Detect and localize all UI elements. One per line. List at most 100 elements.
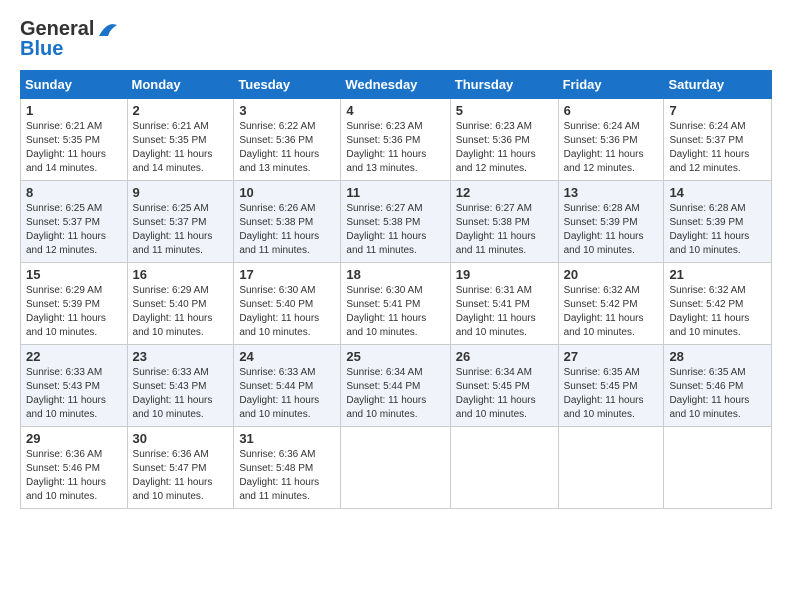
daylight-label: Daylight: 11 hours and 12 minutes. — [456, 149, 536, 174]
day-info: Sunrise: 6:28 AM Sunset: 5:39 PM Dayligh… — [669, 202, 766, 258]
sunrise-label: Sunrise: 6:23 AM — [456, 121, 532, 132]
day-info: Sunrise: 6:27 AM Sunset: 5:38 PM Dayligh… — [456, 202, 553, 258]
day-info: Sunrise: 6:33 AM Sunset: 5:44 PM Dayligh… — [239, 366, 335, 422]
day-number: 2 — [133, 103, 229, 118]
table-row: 18 Sunrise: 6:30 AM Sunset: 5:41 PM Dayl… — [341, 263, 450, 345]
table-row: 4 Sunrise: 6:23 AM Sunset: 5:36 PM Dayli… — [341, 99, 450, 181]
daylight-label: Daylight: 11 hours and 10 minutes. — [564, 313, 644, 338]
header: General Blue — [20, 18, 772, 60]
sunrise-label: Sunrise: 6:35 AM — [564, 367, 640, 378]
sunset-label: Sunset: 5:45 PM — [564, 381, 638, 392]
day-number: 22 — [26, 349, 122, 364]
daylight-label: Daylight: 11 hours and 12 minutes. — [669, 149, 749, 174]
day-info: Sunrise: 6:36 AM Sunset: 5:47 PM Dayligh… — [133, 448, 229, 504]
table-row — [341, 427, 450, 509]
table-row: 10 Sunrise: 6:26 AM Sunset: 5:38 PM Dayl… — [234, 181, 341, 263]
sunset-label: Sunset: 5:39 PM — [26, 299, 100, 310]
table-row: 6 Sunrise: 6:24 AM Sunset: 5:36 PM Dayli… — [558, 99, 664, 181]
daylight-label: Daylight: 11 hours and 14 minutes. — [26, 149, 106, 174]
sunrise-label: Sunrise: 6:36 AM — [239, 449, 315, 460]
table-row: 25 Sunrise: 6:34 AM Sunset: 5:44 PM Dayl… — [341, 345, 450, 427]
sunrise-label: Sunrise: 6:30 AM — [239, 285, 315, 296]
day-info: Sunrise: 6:25 AM Sunset: 5:37 PM Dayligh… — [133, 202, 229, 258]
day-number: 16 — [133, 267, 229, 282]
day-number: 20 — [564, 267, 659, 282]
day-number: 5 — [456, 103, 553, 118]
sunrise-label: Sunrise: 6:36 AM — [133, 449, 209, 460]
table-row: 1 Sunrise: 6:21 AM Sunset: 5:35 PM Dayli… — [21, 99, 128, 181]
day-number: 19 — [456, 267, 553, 282]
sunrise-label: Sunrise: 6:21 AM — [26, 121, 102, 132]
sunset-label: Sunset: 5:36 PM — [239, 135, 313, 146]
table-row: 30 Sunrise: 6:36 AM Sunset: 5:47 PM Dayl… — [127, 427, 234, 509]
day-info: Sunrise: 6:21 AM Sunset: 5:35 PM Dayligh… — [26, 120, 122, 176]
daylight-label: Daylight: 11 hours and 10 minutes. — [669, 313, 749, 338]
sunset-label: Sunset: 5:46 PM — [669, 381, 743, 392]
sunset-label: Sunset: 5:38 PM — [239, 217, 313, 228]
header-monday: Monday — [127, 71, 234, 99]
logo-blue-text: Blue — [20, 38, 120, 60]
sunset-label: Sunset: 5:36 PM — [564, 135, 638, 146]
day-info: Sunrise: 6:26 AM Sunset: 5:38 PM Dayligh… — [239, 202, 335, 258]
sunset-label: Sunset: 5:47 PM — [133, 463, 207, 474]
daylight-label: Daylight: 11 hours and 10 minutes. — [239, 395, 319, 420]
daylight-label: Daylight: 11 hours and 12 minutes. — [26, 231, 106, 256]
sunset-label: Sunset: 5:41 PM — [346, 299, 420, 310]
header-thursday: Thursday — [450, 71, 558, 99]
table-row: 12 Sunrise: 6:27 AM Sunset: 5:38 PM Dayl… — [450, 181, 558, 263]
table-row: 9 Sunrise: 6:25 AM Sunset: 5:37 PM Dayli… — [127, 181, 234, 263]
sunrise-label: Sunrise: 6:29 AM — [133, 285, 209, 296]
calendar-table: Sunday Monday Tuesday Wednesday Thursday… — [20, 70, 772, 509]
day-info: Sunrise: 6:22 AM Sunset: 5:36 PM Dayligh… — [239, 120, 335, 176]
day-number: 31 — [239, 431, 335, 446]
sunrise-label: Sunrise: 6:35 AM — [669, 367, 745, 378]
calendar-week-row: 8 Sunrise: 6:25 AM Sunset: 5:37 PM Dayli… — [21, 181, 772, 263]
logo: General Blue — [20, 18, 120, 60]
table-row: 7 Sunrise: 6:24 AM Sunset: 5:37 PM Dayli… — [664, 99, 772, 181]
sunset-label: Sunset: 5:42 PM — [564, 299, 638, 310]
sunset-label: Sunset: 5:40 PM — [239, 299, 313, 310]
sunrise-label: Sunrise: 6:24 AM — [564, 121, 640, 132]
day-number: 23 — [133, 349, 229, 364]
day-info: Sunrise: 6:36 AM Sunset: 5:46 PM Dayligh… — [26, 448, 122, 504]
day-number: 7 — [669, 103, 766, 118]
logo-general-text: General — [20, 18, 94, 40]
day-info: Sunrise: 6:33 AM Sunset: 5:43 PM Dayligh… — [26, 366, 122, 422]
sunrise-label: Sunrise: 6:27 AM — [346, 203, 422, 214]
sunrise-label: Sunrise: 6:30 AM — [346, 285, 422, 296]
day-number: 12 — [456, 185, 553, 200]
day-number: 30 — [133, 431, 229, 446]
table-row: 14 Sunrise: 6:28 AM Sunset: 5:39 PM Dayl… — [664, 181, 772, 263]
header-wednesday: Wednesday — [341, 71, 450, 99]
sunrise-label: Sunrise: 6:24 AM — [669, 121, 745, 132]
day-info: Sunrise: 6:33 AM Sunset: 5:43 PM Dayligh… — [133, 366, 229, 422]
day-number: 26 — [456, 349, 553, 364]
table-row: 27 Sunrise: 6:35 AM Sunset: 5:45 PM Dayl… — [558, 345, 664, 427]
sunrise-label: Sunrise: 6:33 AM — [133, 367, 209, 378]
sunset-label: Sunset: 5:35 PM — [26, 135, 100, 146]
daylight-label: Daylight: 11 hours and 10 minutes. — [26, 395, 106, 420]
table-row: 22 Sunrise: 6:33 AM Sunset: 5:43 PM Dayl… — [21, 345, 128, 427]
sunset-label: Sunset: 5:37 PM — [133, 217, 207, 228]
table-row: 16 Sunrise: 6:29 AM Sunset: 5:40 PM Dayl… — [127, 263, 234, 345]
daylight-label: Daylight: 11 hours and 10 minutes. — [669, 395, 749, 420]
day-number: 9 — [133, 185, 229, 200]
daylight-label: Daylight: 11 hours and 10 minutes. — [669, 231, 749, 256]
day-number: 4 — [346, 103, 444, 118]
sunrise-label: Sunrise: 6:26 AM — [239, 203, 315, 214]
sunset-label: Sunset: 5:44 PM — [239, 381, 313, 392]
sunrise-label: Sunrise: 6:31 AM — [456, 285, 532, 296]
calendar-week-row: 1 Sunrise: 6:21 AM Sunset: 5:35 PM Dayli… — [21, 99, 772, 181]
day-number: 13 — [564, 185, 659, 200]
table-row: 23 Sunrise: 6:33 AM Sunset: 5:43 PM Dayl… — [127, 345, 234, 427]
sunrise-label: Sunrise: 6:28 AM — [669, 203, 745, 214]
day-info: Sunrise: 6:29 AM Sunset: 5:40 PM Dayligh… — [133, 284, 229, 340]
sunset-label: Sunset: 5:36 PM — [346, 135, 420, 146]
day-info: Sunrise: 6:35 AM Sunset: 5:45 PM Dayligh… — [564, 366, 659, 422]
sunset-label: Sunset: 5:39 PM — [564, 217, 638, 228]
table-row — [664, 427, 772, 509]
sunset-label: Sunset: 5:36 PM — [456, 135, 530, 146]
daylight-label: Daylight: 11 hours and 10 minutes. — [239, 313, 319, 338]
table-row: 31 Sunrise: 6:36 AM Sunset: 5:48 PM Dayl… — [234, 427, 341, 509]
day-info: Sunrise: 6:24 AM Sunset: 5:37 PM Dayligh… — [669, 120, 766, 176]
